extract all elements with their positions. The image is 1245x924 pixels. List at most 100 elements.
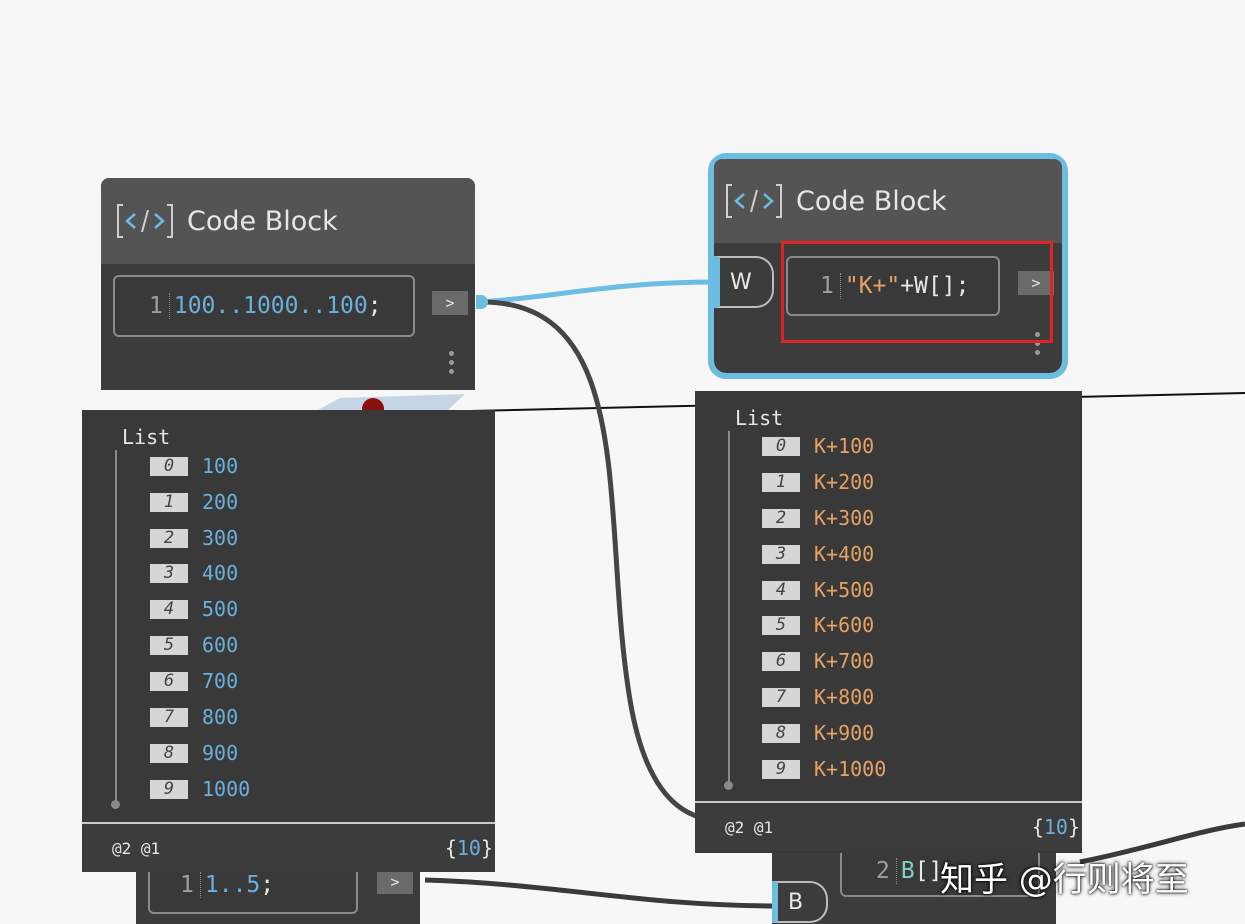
item-index: 8 — [762, 723, 800, 743]
list-item: 5 K+600 — [762, 613, 874, 637]
item-value: 200 — [202, 490, 239, 514]
item-index: 7 — [762, 687, 800, 707]
code-number: 100 — [173, 293, 216, 319]
item-value: 700 — [202, 669, 239, 693]
wire-bottom-to-b — [424, 877, 781, 909]
item-index: 3 — [762, 544, 800, 564]
list-item: 1 200 — [150, 490, 238, 514]
item-value: K+300 — [814, 506, 875, 530]
item-index: 0 — [762, 436, 800, 456]
item-value: 400 — [202, 561, 239, 585]
code-block-icon — [724, 181, 784, 221]
code-block-icon — [115, 201, 175, 241]
item-value: 500 — [202, 597, 239, 621]
item-value: 100 — [202, 454, 239, 478]
count-brace: } — [480, 836, 493, 860]
code-editor[interactable]: 1 100 .. 1000 .. 100 ; — [113, 275, 415, 337]
wire-left-to-w — [481, 279, 713, 305]
list-item: 5 600 — [150, 633, 238, 657]
list-tree-line — [115, 450, 117, 804]
output-port[interactable]: > — [432, 291, 468, 315]
item-value: 1000 — [202, 777, 251, 801]
line-number: 1 — [149, 293, 170, 319]
count-value: 10 — [456, 836, 481, 860]
item-index: 9 — [762, 759, 800, 779]
code-brackets: [] — [914, 858, 943, 884]
list-item: 1 K+200 — [762, 470, 874, 494]
list-tree-line — [728, 431, 730, 785]
input-port-w[interactable]: W — [714, 256, 774, 308]
item-index: 6 — [762, 651, 800, 671]
list-item: 7 K+800 — [762, 685, 874, 709]
item-index: 2 — [762, 508, 800, 528]
list-levels[interactable]: @2 @1 — [112, 839, 160, 858]
preview-bubble-left: List 0 100 1 200 2 300 3 400 4 500 5 600 6 700 … — [82, 410, 495, 872]
highlight-box — [781, 241, 1053, 343]
item-index: 4 — [762, 580, 800, 600]
item-index: 2 — [150, 528, 188, 548]
list-item: 6 700 — [150, 669, 238, 693]
item-value: 900 — [202, 741, 239, 765]
list-title: List — [735, 406, 784, 430]
code-block-node-sequence[interactable]: Code Block 1 100 .. 1000 .. 100 ; > — [101, 178, 475, 390]
item-count: {10} — [445, 836, 495, 860]
code-number: 1 — [204, 872, 219, 898]
node-title: Code Block — [187, 205, 338, 237]
item-value: K+600 — [814, 613, 875, 637]
code-semicolon: ; — [367, 293, 382, 319]
list-tree-end — [724, 781, 733, 790]
list-item: 4 K+500 — [762, 578, 874, 602]
list-item: 4 500 — [150, 597, 238, 621]
item-value: K+1000 — [814, 757, 887, 781]
item-value: K+400 — [814, 542, 875, 566]
list-item: 9 K+1000 — [762, 757, 886, 781]
list-levels[interactable]: @2 @1 — [725, 818, 773, 837]
item-value: K+100 — [814, 434, 875, 458]
item-value: 600 — [202, 633, 239, 657]
item-index: 5 — [150, 635, 188, 655]
wire-left-to-b — [481, 299, 721, 823]
code-number: 5 — [246, 872, 261, 898]
node-title: Code Block — [796, 185, 947, 217]
item-value: 800 — [202, 705, 239, 729]
item-index: 0 — [150, 456, 188, 476]
preview-footer: @2 @1 {10} — [695, 801, 1082, 851]
node-header[interactable]: Code Block — [101, 178, 475, 264]
item-value: K+700 — [814, 649, 875, 673]
node-header[interactable]: Code Block — [714, 159, 1062, 243]
list-item: 3 K+400 — [762, 542, 874, 566]
count-brace: { — [1031, 815, 1044, 839]
item-count: {10} — [1032, 815, 1082, 839]
count-brace: } — [1067, 815, 1080, 839]
list-title: List — [122, 425, 171, 449]
node-menu-dots-icon[interactable] — [449, 351, 455, 378]
preview-footer: @2 @1 {10} — [82, 822, 495, 872]
list-item: 3 400 — [150, 561, 238, 585]
item-index: 9 — [150, 779, 188, 799]
item-index: 8 — [150, 743, 188, 763]
list-item: 0 100 — [150, 454, 238, 478]
code-number: 1000 — [243, 293, 299, 319]
count-value: 10 — [1043, 815, 1068, 839]
item-value: K+200 — [814, 470, 875, 494]
item-index: 5 — [762, 615, 800, 635]
item-index: 6 — [150, 671, 188, 691]
list-item: 9 1000 — [150, 777, 250, 801]
item-index: 3 — [150, 563, 188, 583]
line-number: 2 — [876, 858, 897, 884]
list-item: 8 900 — [150, 741, 238, 765]
list-item: 2 K+300 — [762, 506, 874, 530]
preview-bubble-right: List 0 K+100 1 K+200 2 K+300 3 K+400 4 K+500 … — [695, 391, 1082, 853]
item-index: 4 — [150, 599, 188, 619]
list-item: 7 800 — [150, 705, 238, 729]
output-port[interactable]: > — [377, 870, 413, 894]
item-index: 1 — [762, 472, 800, 492]
item-value: K+500 — [814, 578, 875, 602]
code-semicolon: ; — [260, 872, 275, 898]
list-item: 6 K+700 — [762, 649, 874, 673]
list-item: 0 K+100 — [762, 434, 874, 458]
line-number: 1 — [180, 872, 201, 898]
code-range-op: .. — [218, 872, 247, 898]
count-brace: { — [444, 836, 457, 860]
input-port-b[interactable]: B — [772, 881, 828, 923]
